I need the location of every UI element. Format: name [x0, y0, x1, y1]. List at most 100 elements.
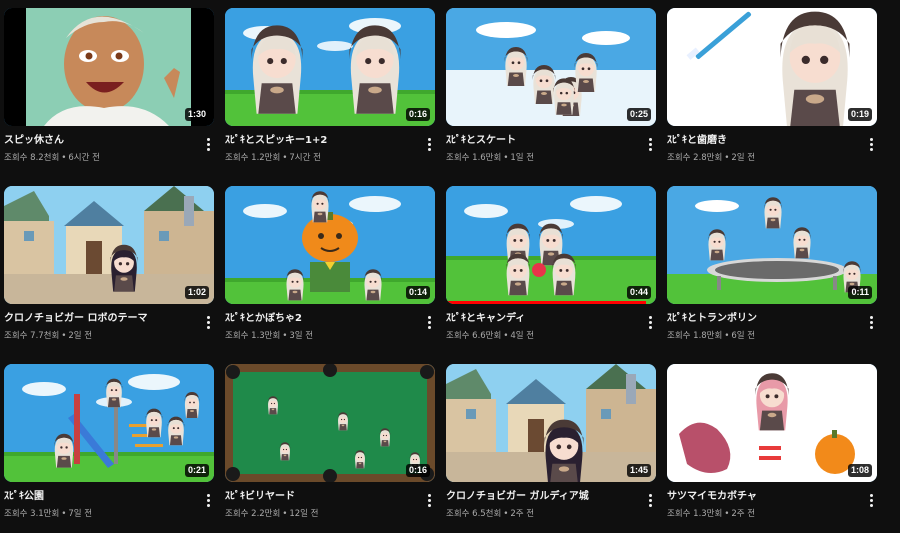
more-options-icon[interactable]: [202, 314, 214, 330]
duration-badge: 1:08: [847, 464, 872, 477]
upload-age: 2주 전: [731, 509, 756, 519]
video-title[interactable]: スピッ休さん: [4, 134, 196, 148]
video-stats: 조회수 2.2만회 • 12일 전: [225, 508, 417, 520]
video-thumbnail[interactable]: 1:30: [4, 8, 214, 126]
video-thumbnail[interactable]: 0:44: [446, 186, 656, 304]
thumbnail-image: [446, 8, 656, 126]
view-count: 조회수 1.6만회: [446, 153, 502, 163]
video-card[interactable]: 0:25 ｽﾋﾟｷとスケート 조회수 1.6만회 • 1일 전: [446, 8, 656, 186]
video-thumbnail[interactable]: 0:11: [667, 186, 877, 304]
video-meta: クロノチョビガー ロボのテーマ 조회수 7.7천회 • 2일 전: [4, 304, 214, 342]
upload-age: 7시간 전: [289, 153, 321, 163]
thumbnail-image: [667, 364, 877, 482]
upload-age: 2일 전: [68, 331, 93, 341]
video-title[interactable]: ｽﾋﾟｷビリヤード: [225, 490, 417, 504]
more-options-icon[interactable]: [865, 136, 877, 152]
more-options-icon[interactable]: [423, 136, 435, 152]
video-meta: ｽﾋﾟｷとキャンディ 조회수 6.6만회 • 4일 전: [446, 304, 656, 342]
view-count: 조회수 1.2만회: [225, 153, 281, 163]
video-card[interactable]: 0:44 ｽﾋﾟｷとキャンディ 조회수 6.6만회 • 4일 전: [446, 186, 656, 364]
more-options-icon[interactable]: [644, 136, 656, 152]
thumbnail-image: [446, 186, 656, 304]
more-options-icon[interactable]: [865, 492, 877, 508]
video-thumbnail[interactable]: 0:19: [667, 8, 877, 126]
upload-age: 2일 전: [731, 153, 756, 163]
more-options-icon[interactable]: [644, 492, 656, 508]
more-options-icon[interactable]: [202, 492, 214, 508]
video-card[interactable]: 1:45 クロノチョビガー ガルディア城 조회수 6.5천회 • 2주 전: [446, 364, 656, 533]
separator-dot: •: [282, 509, 288, 519]
video-thumbnail[interactable]: 1:08: [667, 364, 877, 482]
video-card[interactable]: 0:21 ｽﾋﾟｷ公園 조회수 3.1만회 • 7일 전: [4, 364, 214, 533]
upload-age: 7일 전: [68, 509, 93, 519]
duration-badge: 0:16: [405, 108, 430, 121]
separator-dot: •: [503, 153, 509, 163]
separator-dot: •: [724, 153, 730, 163]
view-count: 조회수 2.2만회: [225, 509, 281, 519]
duration-badge: 0:25: [626, 108, 651, 121]
separator-dot: •: [61, 153, 67, 163]
more-options-icon[interactable]: [644, 314, 656, 330]
video-meta: クロノチョビガー ガルディア城 조회수 6.5천회 • 2주 전: [446, 482, 656, 520]
video-stats: 조회수 1.3만회 • 2주 전: [667, 508, 859, 520]
more-options-icon[interactable]: [865, 314, 877, 330]
video-thumbnail[interactable]: 0:16: [225, 364, 435, 482]
video-card[interactable]: 1:02 クロノチョビガー ロボのテーマ 조회수 7.7천회 • 2일 전: [4, 186, 214, 364]
video-title[interactable]: ｽﾋﾟｷ公園: [4, 490, 196, 504]
video-stats: 조회수 1.3만회 • 3일 전: [225, 330, 417, 342]
duration-badge: 0:21: [184, 464, 209, 477]
view-count: 조회수 6.6만회: [446, 331, 502, 341]
thumbnail-image: [667, 186, 877, 304]
video-card[interactable]: 0:19 ｽﾋﾟｷと歯磨き 조회수 2.8만회 • 2일 전: [667, 8, 877, 186]
video-title[interactable]: サツマイモカボチャ: [667, 490, 859, 504]
thumbnail-image: [4, 364, 214, 482]
view-count: 조회수 2.8만회: [667, 153, 723, 163]
video-thumbnail[interactable]: 0:16: [225, 8, 435, 126]
video-card[interactable]: 0:16 ｽﾋﾟｷビリヤード 조회수 2.2만회 • 12일 전: [225, 364, 435, 533]
more-options-icon[interactable]: [423, 314, 435, 330]
thumbnail-image: [446, 364, 656, 482]
video-grid: 1:30 スピッ休さん 조회수 8.2천회 • 6시간 전 0:16 ｽﾋﾟｷと…: [4, 8, 877, 533]
upload-age: 1일 전: [510, 153, 535, 163]
video-title[interactable]: ｽﾋﾟｷと歯磨き: [667, 134, 859, 148]
video-thumbnail[interactable]: 0:21: [4, 364, 214, 482]
video-title[interactable]: ｽﾋﾟｷとかぼちゃ2: [225, 312, 417, 326]
upload-age: 6일 전: [731, 331, 756, 341]
upload-age: 6시간 전: [68, 153, 100, 163]
separator-dot: •: [503, 509, 509, 519]
view-count: 조회수 7.7천회: [4, 331, 60, 341]
more-options-icon[interactable]: [423, 492, 435, 508]
video-meta: ｽﾋﾟｷとスケート 조회수 1.6만회 • 1일 전: [446, 126, 656, 164]
video-card[interactable]: 0:11 ｽﾋﾟｷとトランポリン 조회수 1.8만회 • 6일 전: [667, 186, 877, 364]
separator-dot: •: [61, 331, 67, 341]
video-title[interactable]: ｽﾋﾟｷとキャンディ: [446, 312, 638, 326]
video-thumbnail[interactable]: 0:14: [225, 186, 435, 304]
duration-badge: 0:44: [626, 286, 651, 299]
video-thumbnail[interactable]: 0:25: [446, 8, 656, 126]
video-card[interactable]: 0:16 ｽﾋﾟｷとスピッキー1+2 조회수 1.2만회 • 7시간 전: [225, 8, 435, 186]
view-count: 조회수 8.2천회: [4, 153, 60, 163]
video-title[interactable]: ｽﾋﾟｷとスピッキー1+2: [225, 134, 417, 148]
thumbnail-image: [4, 186, 214, 304]
more-options-icon[interactable]: [202, 136, 214, 152]
video-meta: ｽﾋﾟｷとスピッキー1+2 조회수 1.2만회 • 7시간 전: [225, 126, 435, 164]
video-meta: ｽﾋﾟｷ公園 조회수 3.1만회 • 7일 전: [4, 482, 214, 520]
view-count: 조회수 6.5천회: [446, 509, 502, 519]
view-count: 조회수 1.3만회: [667, 509, 723, 519]
duration-badge: 1:45: [626, 464, 651, 477]
video-card[interactable]: 1:08 サツマイモカボチャ 조회수 1.3만회 • 2주 전: [667, 364, 877, 533]
video-stats: 조회수 6.6만회 • 4일 전: [446, 330, 638, 342]
video-title[interactable]: ｽﾋﾟｷとスケート: [446, 134, 638, 148]
video-stats: 조회수 1.2만회 • 7시간 전: [225, 152, 417, 164]
video-title[interactable]: ｽﾋﾟｷとトランポリン: [667, 312, 859, 326]
video-title[interactable]: クロノチョビガー ガルディア城: [446, 490, 638, 504]
video-stats: 조회수 1.8만회 • 6일 전: [667, 330, 859, 342]
video-thumbnail[interactable]: 1:02: [4, 186, 214, 304]
video-card[interactable]: 1:30 スピッ休さん 조회수 8.2천회 • 6시간 전: [4, 8, 214, 186]
video-meta: ｽﾋﾟｷと歯磨き 조회수 2.8만회 • 2일 전: [667, 126, 877, 164]
thumbnail-image: [225, 8, 435, 126]
video-card[interactable]: 0:14 ｽﾋﾟｷとかぼちゃ2 조회수 1.3만회 • 3일 전: [225, 186, 435, 364]
upload-age: 12일 전: [289, 509, 319, 519]
video-thumbnail[interactable]: 1:45: [446, 364, 656, 482]
video-title[interactable]: クロノチョビガー ロボのテーマ: [4, 312, 196, 326]
